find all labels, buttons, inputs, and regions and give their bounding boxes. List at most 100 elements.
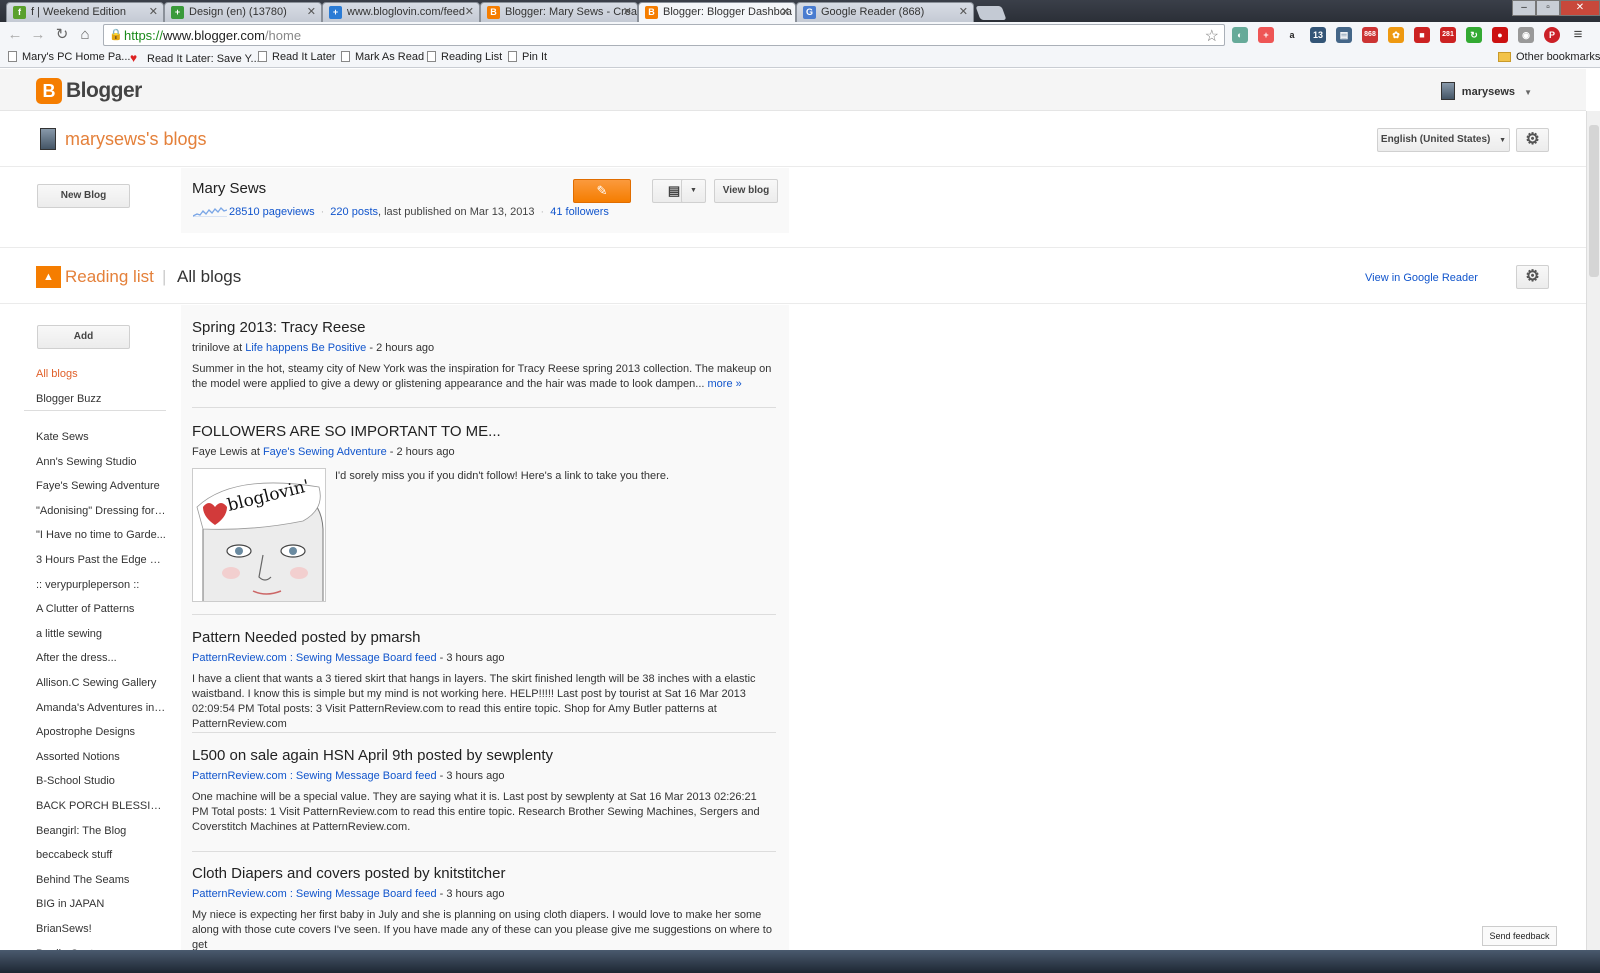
sidebar-blog-item[interactable]: After the dress... xyxy=(36,652,166,664)
gmail-count-icon[interactable]: 281 xyxy=(1440,27,1456,43)
reload-icon[interactable]: ↻ xyxy=(53,26,71,44)
close-tab-icon[interactable]: ✕ xyxy=(307,5,316,18)
sidebar-blog-item[interactable]: Kate Sews xyxy=(36,431,166,443)
color-picker-icon[interactable]: ✿ xyxy=(1388,27,1404,43)
maximize-window-button[interactable]: ▫ xyxy=(1536,0,1560,16)
new-tab-button[interactable] xyxy=(975,6,1007,20)
send-feedback-button[interactable]: Send feedback xyxy=(1482,926,1557,946)
sidebar-blog-item[interactable]: A Clutter of Patterns xyxy=(36,603,166,615)
sidebar-blog-item[interactable]: a little sewing xyxy=(36,628,166,640)
sidebar-blog-item[interactable]: beccabeck stuff xyxy=(36,849,166,861)
sidebar-blog-item[interactable]: Apostrophe Designs xyxy=(36,726,166,738)
sidebar-blog-item[interactable]: B-School Studio xyxy=(36,775,166,787)
close-tab-icon[interactable]: ✕ xyxy=(781,5,790,18)
bookmark-item[interactable]: ♥ Read It Later: Save Y... xyxy=(130,51,260,65)
address-bar[interactable]: 🔒 https://www.blogger.com/home ☆ xyxy=(103,24,1225,46)
reading-list-settings-gear-icon[interactable]: ⚙ xyxy=(1516,265,1549,289)
close-tab-icon[interactable]: ✕ xyxy=(465,5,474,18)
stop-extension-icon[interactable]: ● xyxy=(1492,27,1508,43)
close-window-button[interactable]: ✕ xyxy=(1560,0,1600,16)
pageviews-link[interactable]: 28510 pageviews xyxy=(229,206,315,218)
blog-name[interactable]: Mary Sews xyxy=(192,180,266,197)
close-tab-icon[interactable]: ✕ xyxy=(959,5,968,18)
post-source-link[interactable]: Life happens Be Positive xyxy=(245,342,366,354)
sidebar-blog-item[interactable]: :: verypurpleperson :: xyxy=(36,579,166,591)
sidebar-blog-item[interactable]: "Adonising" Dressing for ... xyxy=(36,505,166,517)
sidebar-blog-item[interactable]: BrianSews! xyxy=(36,923,166,935)
page-icon xyxy=(427,51,436,62)
post-thumbnail-image[interactable]: bloglovin' xyxy=(192,468,326,602)
browser-tab[interactable]: B Blogger: Mary Sews - Crea ✕ xyxy=(480,2,638,22)
refresh-extension-icon[interactable]: ↻ xyxy=(1466,27,1482,43)
back-icon[interactable]: ← xyxy=(6,26,24,44)
more-options-dropdown[interactable]: ▼ xyxy=(681,179,706,203)
add-blog-button[interactable]: Add xyxy=(37,325,130,349)
sidebar-blog-item[interactable]: Amanda's Adventures in ... xyxy=(36,702,166,714)
add-extension-icon[interactable]: + xyxy=(1258,27,1274,43)
forward-icon[interactable]: → xyxy=(29,26,47,44)
pinterest-icon[interactable]: P xyxy=(1544,27,1560,43)
sidebar-blog-item[interactable]: "I Have no time to Garde... xyxy=(36,529,166,541)
chrome-extension-icon[interactable]: ◐ xyxy=(1232,27,1248,43)
browser-tab[interactable]: + www.bloglovin.com/feed ✕ xyxy=(322,2,480,22)
browser-tab[interactable]: G Google Reader (868) ✕ xyxy=(796,2,974,22)
post-source-link[interactable]: PatternReview.com : Sewing Message Board… xyxy=(192,770,437,782)
browser-tab-active[interactable]: B Blogger: Blogger Dashboa ✕ xyxy=(638,2,796,22)
sidebar-item-blogger-buzz[interactable]: Blogger Buzz xyxy=(36,393,166,405)
close-tab-icon[interactable]: ✕ xyxy=(149,5,158,18)
bookmark-item[interactable]: Pin It xyxy=(508,51,547,63)
blogger-logo-text[interactable]: Blogger xyxy=(66,79,142,103)
sidebar-blog-item[interactable]: BACK PORCH BLESSIN... xyxy=(36,800,166,812)
collapse-toggle-icon[interactable]: ▲ xyxy=(36,266,61,288)
scrollbar-thumb[interactable] xyxy=(1589,125,1599,277)
sidebar-blog-item[interactable]: Assorted Notions xyxy=(36,751,166,763)
close-tab-icon[interactable]: ✕ xyxy=(623,5,632,18)
post-source-link[interactable]: Faye's Sewing Adventure xyxy=(263,446,387,458)
post-source-link[interactable]: PatternReview.com : Sewing Message Board… xyxy=(192,888,437,900)
post-title[interactable]: FOLLOWERS ARE SO IMPORTANT TO ME... xyxy=(192,423,776,440)
settings-gear-icon[interactable]: ⚙ xyxy=(1516,128,1549,152)
sidebar-blog-item[interactable]: Behind The Seams xyxy=(36,874,166,886)
other-bookmarks[interactable]: Other bookmarks xyxy=(1498,51,1600,63)
bookmark-star-icon[interactable]: ☆ xyxy=(1205,26,1219,46)
sidebar-blog-item[interactable]: 3 Hours Past the Edge of... xyxy=(36,554,166,566)
account-menu[interactable]: marysews ▼ xyxy=(1440,82,1532,100)
minimize-window-button[interactable]: – xyxy=(1512,0,1536,16)
post-title[interactable]: Pattern Needed posted by pmarsh xyxy=(192,629,776,646)
bookmark-item[interactable]: Mark As Read xyxy=(341,51,424,63)
amazon-icon[interactable]: a xyxy=(1284,27,1300,43)
more-link[interactable]: more » xyxy=(708,378,742,390)
sidebar-blog-item[interactable]: Allison.C Sewing Gallery xyxy=(36,677,166,689)
post-title[interactable]: L500 on sale again HSN April 9th posted … xyxy=(192,747,776,764)
followers-link[interactable]: 41 followers xyxy=(550,206,609,218)
browser-tab[interactable]: f f | Weekend Edition ✕ xyxy=(6,2,164,22)
sidebar-blog-item[interactable]: BIG in JAPAN xyxy=(36,898,166,910)
sidebar-blog-item[interactable]: Faye's Sewing Adventure xyxy=(36,480,166,492)
bookmark-item[interactable]: Reading List xyxy=(427,51,502,63)
new-blog-button[interactable]: New Blog xyxy=(37,184,130,208)
view-in-google-reader-link[interactable]: View in Google Reader xyxy=(1365,272,1478,284)
tab-title: www.bloglovin.com/feed xyxy=(347,6,466,18)
reader-count-icon[interactable]: 868 xyxy=(1362,27,1378,43)
sidebar-blog-item[interactable]: Ann's Sewing Studio xyxy=(36,456,166,468)
print-extension-icon[interactable]: ▤ xyxy=(1336,27,1352,43)
sidebar-item-all-blogs[interactable]: All blogs xyxy=(36,368,166,380)
bookmark-item[interactable]: Mary's PC Home Pa... xyxy=(8,51,130,63)
rss-extension-icon[interactable]: ◉ xyxy=(1518,27,1534,43)
menu-icon[interactable]: ≡ xyxy=(1570,27,1586,43)
post-title[interactable]: Cloth Diapers and covers posted by knits… xyxy=(192,865,776,882)
browser-tab[interactable]: + Design (en) (13780) ✕ xyxy=(164,2,322,22)
blogger-logo-icon[interactable]: B xyxy=(36,78,62,104)
new-post-button[interactable]: ✎ xyxy=(573,179,631,203)
view-blog-button[interactable]: View blog xyxy=(714,179,778,203)
page-scrollbar[interactable] xyxy=(1586,111,1600,950)
post-source-link[interactable]: PatternReview.com : Sewing Message Board… xyxy=(192,652,437,664)
language-select[interactable]: English (United States) ▼ xyxy=(1377,128,1510,152)
calendar-extension-icon[interactable]: 13 xyxy=(1310,27,1326,43)
home-icon[interactable]: ⌂ xyxy=(76,26,94,44)
bookmark-red-icon[interactable]: ■ xyxy=(1414,27,1430,43)
posts-link[interactable]: 220 posts xyxy=(330,206,378,218)
bookmark-item[interactable]: Read It Later xyxy=(258,51,336,63)
post-title[interactable]: Spring 2013: Tracy Reese xyxy=(192,319,776,336)
sidebar-blog-item[interactable]: Beangirl: The Blog xyxy=(36,825,166,837)
